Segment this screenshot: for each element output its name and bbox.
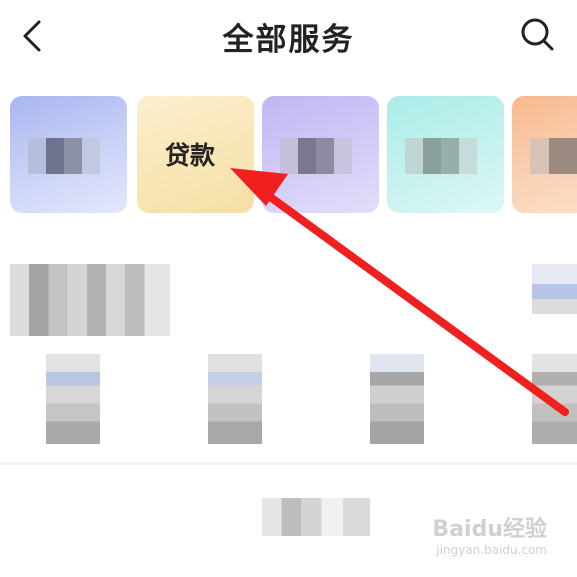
service-item-2[interactable] xyxy=(208,354,262,444)
section-corner-item-blurred xyxy=(532,264,577,314)
watermark-brand: Baidu经验 xyxy=(432,517,547,542)
pixelated-label xyxy=(405,138,477,174)
pixelated-label xyxy=(530,138,577,174)
section-divider xyxy=(0,462,577,465)
service-item-3[interactable] xyxy=(370,354,424,444)
top-nav-bar: 全部服务 xyxy=(0,0,577,76)
baidu-jingyan-watermark: Baidu经验 jingyan.baidu.com xyxy=(432,511,547,557)
search-button[interactable] xyxy=(519,16,557,54)
service-card-1[interactable] xyxy=(10,96,127,213)
service-item-4[interactable] xyxy=(532,354,577,444)
pixelated-label xyxy=(28,138,100,174)
bottom-label-blurred xyxy=(262,498,370,536)
service-card-4[interactable] xyxy=(387,96,504,213)
service-item-1[interactable] xyxy=(46,354,100,444)
pixelated-label xyxy=(280,138,352,174)
watermark-url: jingyan.baidu.com xyxy=(436,543,547,557)
section-heading-blurred xyxy=(10,264,170,336)
loan-label: 贷款 xyxy=(165,141,216,170)
service-card-loan[interactable]: 贷款 xyxy=(137,96,254,213)
search-icon xyxy=(521,18,554,51)
service-category-cards: 贷款 xyxy=(0,96,577,214)
service-card-5[interactable] xyxy=(512,96,577,213)
service-section xyxy=(0,248,577,458)
service-card-3[interactable] xyxy=(262,96,379,213)
page-title: 全部服务 xyxy=(222,22,355,58)
